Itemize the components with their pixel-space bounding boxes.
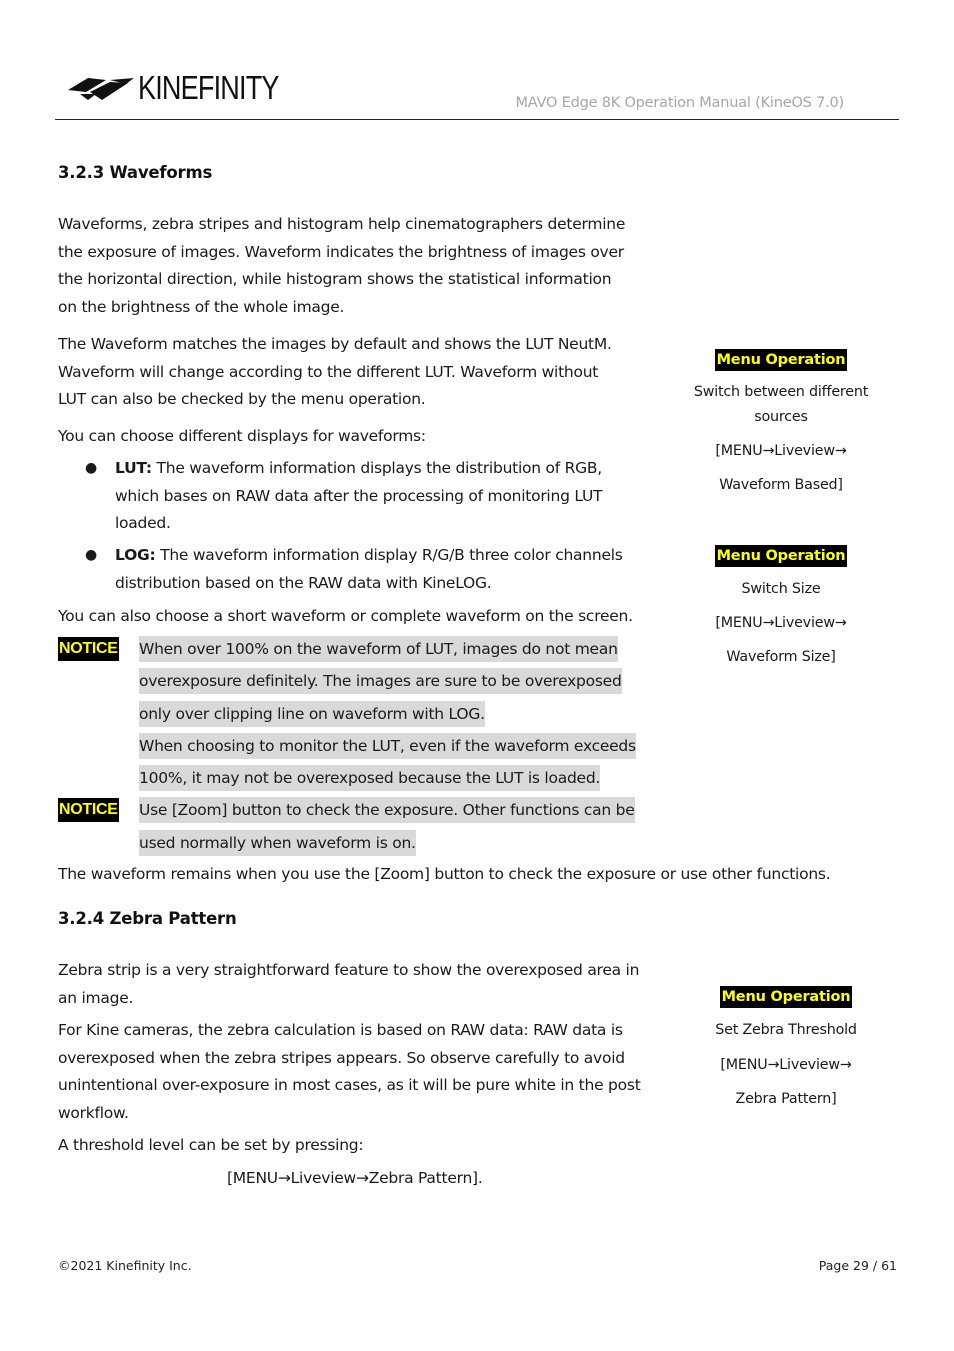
document-title: MAVO Edge 8K Operation Manual (KineOS 7.… [515,95,844,111]
waveforms-paragraph-1: Waveforms, zebra stripes and histogram h… [58,211,658,322]
text-line: The Waveform matches the images by defau… [58,335,612,353]
bullet-icon: ● [85,547,97,563]
notice-badge: NOTICE [58,637,119,661]
bullet-label: LOG: [115,546,156,564]
sidebar-menu-note-zebra: Menu Operation Set Zebra Threshold [MENU… [681,986,891,1112]
note-line: Zebra Pattern] [735,1091,837,1107]
zebra-menu-path: [MENU→Liveview→Zebra Pattern]. [227,1169,483,1187]
note-line: Set Zebra Threshold [715,1022,857,1038]
menu-operation-badge: Menu Operation [719,986,853,1008]
note-line: [MENU→Liveview→ [720,1057,852,1073]
bullet-item-lut: ● LUT: The waveform information displays… [85,455,645,539]
bullet-icon: ● [85,460,97,476]
text-line: Waveform will change according to the di… [58,362,599,381]
notice-text-line: Use [Zoom] button to check the exposure.… [139,797,635,823]
logo-wordmark: KINEFINITY [138,69,279,106]
zebra-paragraph-3: A threshold level can be set by pressing… [58,1136,364,1154]
notice-text-line: When over 100% on the waveform of LUT, i… [139,636,618,662]
zebra-paragraph-2: For Kine cameras, the zebra calculation … [58,1017,678,1128]
text-line: workflow. [58,1104,129,1123]
notice-text-line: used normally when waveform is on. [139,830,416,856]
note-line: Waveform Based] [719,477,843,493]
text-line: the horizontal direction, while histogra… [58,270,612,289]
waveforms-paragraph-2: The Waveform matches the images by defau… [58,331,658,414]
note-line: [MENU→Liveview→ [715,615,847,631]
notice-text-line: When choosing to monitor the LUT, even i… [139,733,636,759]
text-line: LUT can also be checked by the menu oper… [58,390,426,409]
text-line: Zebra strip is a very straightforward fe… [58,961,640,979]
zebra-paragraph-1: Zebra strip is a very straightforward fe… [58,957,678,1012]
sidebar-menu-note-waveform-size: Menu Operation Switch Size [MENU→Livevie… [676,545,886,670]
note-line: Waveform Size] [726,649,836,665]
kinefinity-logo: KINEFINITY [66,70,286,106]
text-line: The waveform information display R/G/B t… [155,546,623,564]
text-line: Waveforms, zebra stripes and histogram h… [58,215,626,233]
note-line: Switch between different [693,384,869,400]
text-line: unintentional over-exposure in most case… [58,1076,641,1095]
text-line: the exposure of images. Waveform indicat… [58,242,624,261]
notice-text-line: 100%, it may not be overexposed because … [139,765,600,791]
note-line: [MENU→Liveview→ [715,443,847,459]
note-line: Switch Size [741,581,821,597]
header-divider [55,119,899,120]
text-line: loaded. [115,514,171,533]
sidebar-menu-note-waveform-based: Menu Operation Switch between different … [676,349,886,498]
footer-page-number: Page 29 / 61 [818,1258,897,1273]
section-heading-waveforms: 3.2.3 Waveforms [58,163,213,182]
notice-badge: NOTICE [58,798,119,822]
text-line: which bases on RAW data after the proces… [115,486,603,505]
text-line: The waveform information displays the di… [151,459,603,477]
section-heading-zebra: 3.2.4 Zebra Pattern [58,909,237,928]
kinefinity-logo-icon [68,78,134,100]
waveforms-paragraph-5: The waveform remains when you use the [Z… [58,865,831,883]
text-line: on the brightness of the whole image. [58,298,345,317]
menu-operation-badge: Menu Operation [714,349,848,371]
note-line: sources [754,409,808,425]
text-line: overexposed when the zebra stripes appea… [58,1048,625,1067]
notice-text-line: only over clipping line on waveform with… [139,701,485,727]
text-line: an image. [58,988,134,1007]
waveforms-paragraph-4: You can also choose a short waveform or … [58,607,633,625]
bullet-label: LUT: [115,459,152,477]
waveforms-paragraph-3: You can choose different displays for wa… [58,427,426,445]
menu-operation-badge: Menu Operation [714,545,848,567]
notice-text-line: overexposure definitely. The images are … [139,668,622,694]
text-line: distribution based on the RAW data with … [115,573,492,592]
bullet-item-log: ● LOG: The waveform information display … [85,542,645,598]
footer-copyright: ©2021 Kinefinity Inc. [58,1258,192,1273]
text-line: For Kine cameras, the zebra calculation … [58,1021,623,1039]
